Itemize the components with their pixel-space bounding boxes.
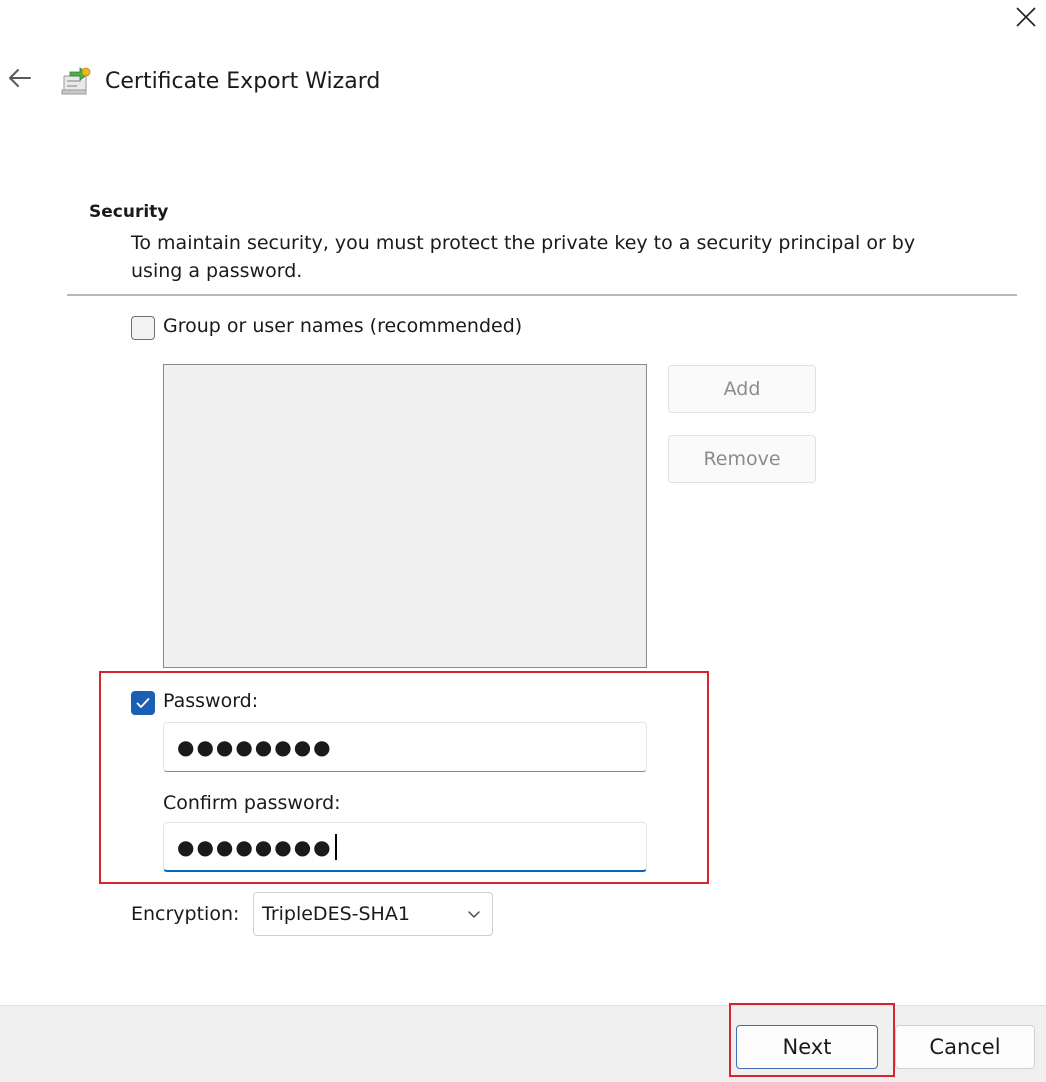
- chevron-down-icon: [466, 905, 482, 927]
- encryption-selected-value: TripleDES-SHA1: [262, 903, 410, 925]
- window-title: Certificate Export Wizard: [105, 69, 381, 94]
- encryption-label: Encryption:: [131, 903, 240, 925]
- section-title: Security: [89, 202, 169, 222]
- password-value: ●●●●●●●●: [177, 735, 333, 759]
- section-description: To maintain security, you must protect t…: [131, 232, 916, 282]
- password-field[interactable]: ●●●●●●●●: [163, 722, 647, 772]
- confirm-password-value: ●●●●●●●●: [177, 834, 333, 859]
- checkmark-icon: [136, 694, 150, 713]
- confirm-password-label: Confirm password:: [163, 792, 341, 814]
- back-button[interactable]: [4, 64, 36, 96]
- confirm-password-field[interactable]: ●●●●●●●●: [163, 822, 647, 872]
- cancel-button[interactable]: Cancel: [895, 1025, 1035, 1069]
- password-label[interactable]: Password:: [163, 689, 258, 713]
- remove-button[interactable]: Remove: [668, 435, 816, 483]
- text-caret: [334, 833, 337, 860]
- certificate-export-icon: [60, 64, 94, 98]
- encryption-select[interactable]: TripleDES-SHA1: [253, 892, 493, 936]
- group-users-list[interactable]: [163, 364, 647, 668]
- password-checkbox[interactable]: [131, 691, 155, 715]
- next-button[interactable]: Next: [736, 1025, 878, 1069]
- group-users-checkbox[interactable]: [131, 316, 155, 340]
- group-users-label[interactable]: Group or user names (recommended): [163, 314, 522, 338]
- arrow-left-icon: [8, 68, 32, 92]
- close-icon: [1015, 6, 1037, 32]
- add-button[interactable]: Add: [668, 365, 816, 413]
- close-button[interactable]: [1006, 0, 1046, 38]
- divider: [67, 294, 1017, 296]
